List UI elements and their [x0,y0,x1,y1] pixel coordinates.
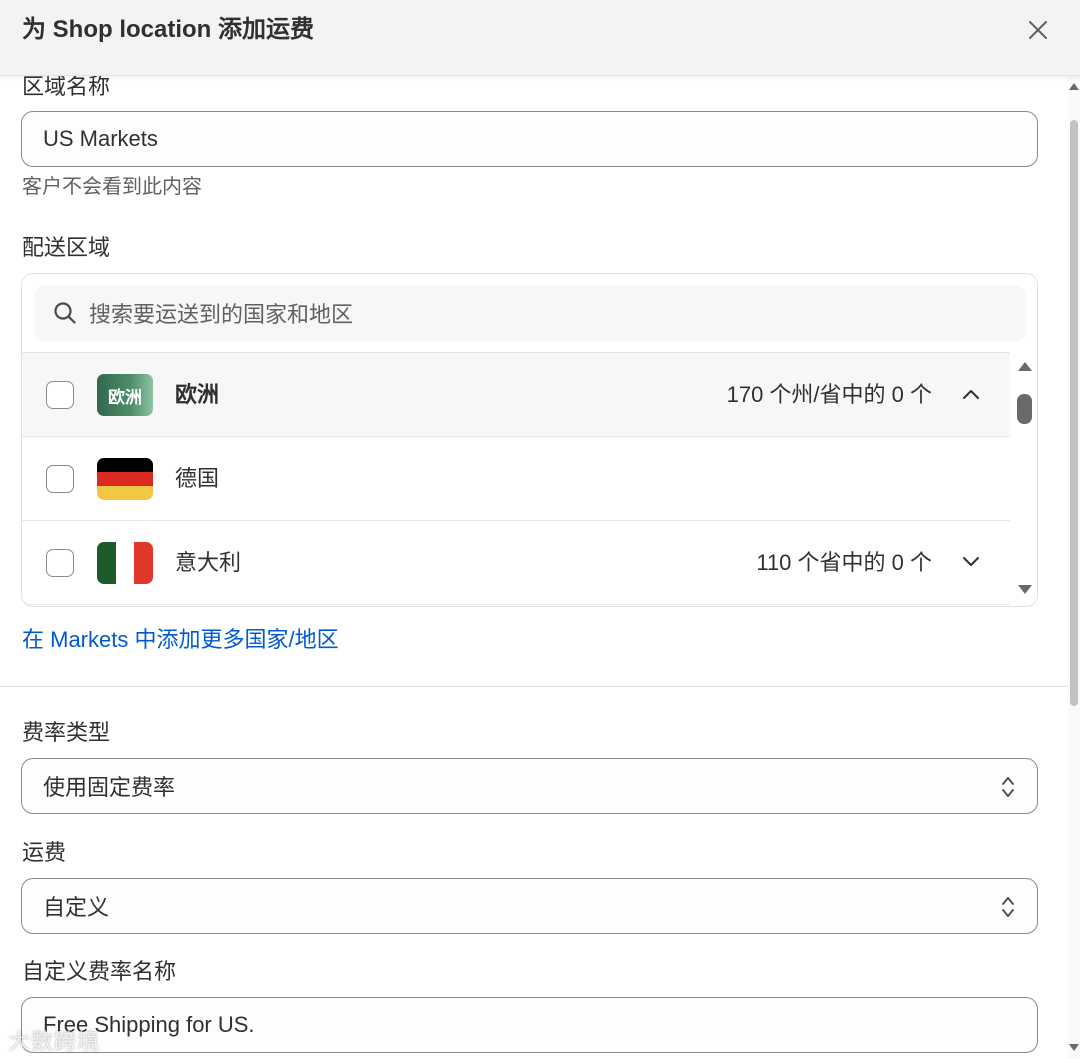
chevron-down-icon [963,557,979,566]
region-list: 欧洲 欧洲 170 个州/省中的 0 个 德国 意大利 110 个省中的 0 个 [22,352,1010,606]
region-list-scroll-thumb[interactable] [1017,394,1032,424]
watermark-text: 大数跨境 [8,1029,101,1054]
expand-italy-button[interactable] [958,549,984,575]
chevron-up-icon [963,390,979,399]
rate-type-value: 使用固定费率 [43,775,176,800]
zone-name-help: 客户不会看到此内容 [22,176,202,198]
rate-type-select[interactable]: 使用固定费率 [21,758,1038,814]
close-button[interactable] [1020,12,1056,48]
custom-rate-name-label: 自定义费率名称 [22,959,177,984]
zone-name-input[interactable]: US Markets [21,111,1038,167]
europe-badge-icon: 欧洲 [97,374,153,416]
europe-badge-text: 欧洲 [108,387,142,407]
italy-count: 110 个省中的 0 个 [756,550,932,575]
shipping-fee-label: 运费 [22,840,67,865]
italy-flag-icon [97,542,153,584]
germany-name: 德国 [175,466,220,491]
modal-header: 为 Shop location 添加运费 [0,0,1080,76]
list-item-germany[interactable]: 德国 [22,437,1010,521]
page-scroll-up-icon [1069,83,1079,90]
watermark-logo: 大数跨境 [8,1024,100,1056]
list-item-europe[interactable]: 欧洲 欧洲 170 个州/省中的 0 个 [22,353,1010,437]
select-updown-icon [1002,897,1014,917]
page-scrollbar[interactable] [1068,76,1080,1059]
search-placeholder: 搜索要运送到的国家和地区 [89,302,354,327]
italy-checkbox[interactable] [46,549,74,577]
shipping-fee-select[interactable]: 自定义 [21,878,1038,934]
section-divider [0,686,1068,687]
germany-flag-icon [97,458,153,500]
shipping-zone-label: 配送区域 [22,235,111,260]
europe-name: 欧洲 [175,382,220,407]
europe-count: 170 个州/省中的 0 个 [726,382,932,407]
page-scroll-thumb[interactable] [1070,120,1078,706]
collapse-europe-button[interactable] [958,381,984,407]
shipping-zone-picker: 搜索要运送到的国家和地区 欧洲 欧洲 170 个州/省中的 0 个 德国 意大利… [21,273,1038,607]
scroll-down-arrow-icon [1018,585,1032,594]
zone-name-value: US Markets [43,126,158,151]
page-scroll-down-icon [1069,1044,1079,1051]
modal-body: 区域名称 US Markets 客户不会看到此内容 配送区域 搜索要运送到的国家… [0,76,1068,1059]
region-list-scrollbar[interactable] [1010,352,1037,606]
shipping-fee-value: 自定义 [43,895,110,920]
country-search-input[interactable]: 搜索要运送到的国家和地区 [35,285,1026,341]
scroll-up-arrow-icon [1018,362,1032,371]
modal-title: 为 Shop location 添加运费 [22,16,314,43]
zone-name-label: 区域名称 [22,76,111,99]
add-more-countries-link[interactable]: 在 Markets 中添加更多国家/地区 [22,626,339,654]
italy-name: 意大利 [175,550,242,575]
germany-checkbox[interactable] [46,465,74,493]
close-icon [1029,21,1047,39]
list-item-italy[interactable]: 意大利 110 个省中的 0 个 [22,521,1010,605]
custom-rate-name-input[interactable]: Free Shipping for US. [21,997,1038,1053]
rate-type-label: 费率类型 [22,720,111,745]
select-updown-icon [1002,777,1014,797]
search-icon [54,302,76,324]
europe-checkbox[interactable] [46,381,74,409]
